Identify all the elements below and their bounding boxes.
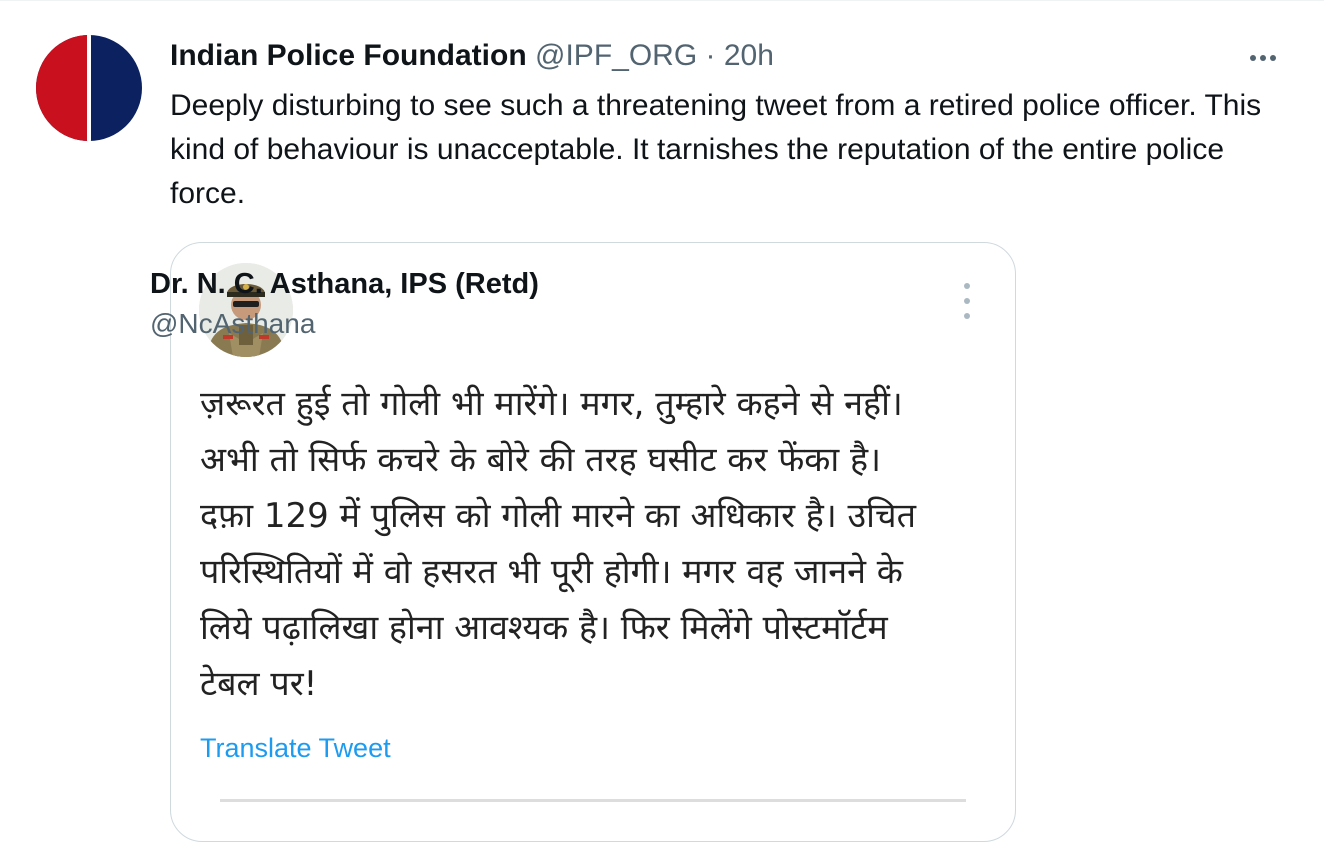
author-handle[interactable]: @IPF_ORG	[535, 39, 697, 72]
quoted-text-line: अभी तो सिर्फ कचरे के बोरे की तरह घसीट कर…	[200, 440, 881, 480]
quoted-more-options-button[interactable]	[957, 283, 977, 319]
ellipsis-icon-dot	[1260, 55, 1266, 61]
tweet-header: Indian Police Foundation @IPF_ORG · 20h	[170, 37, 774, 75]
vertical-ellipsis-icon-dot	[964, 313, 970, 319]
vertical-ellipsis-icon-dot	[964, 298, 970, 304]
quoted-text-line: दफ़ा 129 में पुलिस को गोली मारने का अधिक…	[200, 496, 916, 536]
quoted-author-handle[interactable]: @NcAsthana	[150, 308, 315, 340]
quoted-text-line: लिये पढ़ालिखा होना आवश्यक है। फिर मिलेंग…	[200, 608, 888, 648]
tweet[interactable]: Indian Police Foundation @IPF_ORG · 20h …	[0, 0, 1324, 842]
timestamp[interactable]: 20h	[724, 39, 774, 72]
quoted-tweet-text: ज़रूरत हुई तो गोली भी मारेंगे। मगर, तुम्…	[200, 376, 990, 712]
avatar-divider	[87, 35, 91, 141]
avatar-red-half	[36, 35, 88, 141]
quoted-author-name[interactable]: Dr. N. C. Asthana, IPS (Retd)	[150, 268, 539, 301]
separator-dot: ·	[705, 39, 716, 72]
translate-tweet-link[interactable]: Translate Tweet	[200, 733, 391, 764]
author-name[interactable]: Indian Police Foundation	[170, 39, 527, 72]
more-options-button[interactable]	[1240, 41, 1286, 75]
ellipsis-icon-dot	[1270, 55, 1276, 61]
quoted-text-line: ज़रूरत हुई तो गोली भी मारेंगे। मगर, तुम्…	[200, 384, 903, 424]
ellipsis-icon	[1250, 55, 1256, 61]
tweet-text: Deeply disturbing to see such a threaten…	[170, 89, 1262, 210]
vertical-ellipsis-icon	[964, 283, 970, 289]
quoted-text-line: टेबल पर!	[200, 664, 318, 704]
author-avatar[interactable]	[36, 35, 142, 141]
quoted-text-line: परिस्थितियों में वो हसरत भी पूरी होगी। म…	[200, 552, 903, 592]
